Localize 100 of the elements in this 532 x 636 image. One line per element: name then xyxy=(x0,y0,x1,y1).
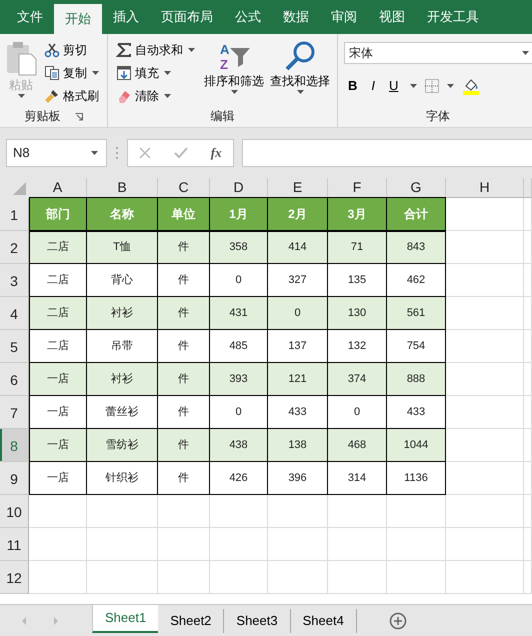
empty-cell[interactable] xyxy=(268,561,328,594)
ribbon-tab[interactable]: 页面布局 xyxy=(150,0,224,34)
name-box[interactable]: N8 xyxy=(6,139,107,167)
empty-cell[interactable] xyxy=(210,495,268,528)
copy-button[interactable]: 复制 xyxy=(42,61,103,84)
table-cell: 件 xyxy=(158,462,210,495)
empty-cell[interactable] xyxy=(446,462,524,495)
empty-cell[interactable] xyxy=(268,528,328,561)
column-header[interactable]: B xyxy=(87,178,158,198)
empty-cell[interactable] xyxy=(328,495,387,528)
empty-cell[interactable] xyxy=(524,330,532,363)
insert-function-button[interactable]: fx xyxy=(210,143,222,163)
empty-cell[interactable] xyxy=(328,561,387,594)
row-header[interactable]: 10 xyxy=(0,495,29,528)
empty-cell[interactable] xyxy=(158,528,210,561)
row-header[interactable]: 9 xyxy=(0,462,29,495)
empty-cell[interactable] xyxy=(328,528,387,561)
row-header[interactable]: 5 xyxy=(0,330,29,363)
empty-cell[interactable] xyxy=(268,495,328,528)
sheet-tab[interactable]: Sheet4 xyxy=(290,609,357,633)
empty-cell[interactable] xyxy=(158,561,210,594)
row-header[interactable]: 7 xyxy=(0,396,29,429)
table-cell: 1136 xyxy=(387,462,446,495)
empty-cell[interactable] xyxy=(210,528,268,561)
empty-cell[interactable] xyxy=(524,363,532,396)
find-button[interactable]: 查找和选择 xyxy=(269,38,331,107)
fill-color-icon xyxy=(462,76,480,94)
table-cell: 件 xyxy=(158,429,210,462)
column-header[interactable] xyxy=(524,178,532,198)
empty-cell[interactable] xyxy=(524,231,532,264)
column-header[interactable]: A xyxy=(29,178,87,198)
underline-button[interactable]: U xyxy=(385,74,402,97)
formula-input-field[interactable] xyxy=(242,139,532,167)
font-name-field[interactable]: 宋体 xyxy=(344,42,532,64)
empty-cell[interactable] xyxy=(524,462,532,495)
empty-cell[interactable] xyxy=(446,561,524,594)
column-header[interactable]: H xyxy=(446,178,524,198)
table-cell: 414 xyxy=(268,231,328,264)
empty-cell[interactable] xyxy=(387,495,446,528)
ribbon-tab[interactable]: 审阅 xyxy=(320,0,368,34)
sum-button[interactable]: 自动求和 xyxy=(114,38,199,61)
ribbon-tab[interactable]: 插入 xyxy=(102,0,150,34)
empty-cell[interactable] xyxy=(446,264,524,297)
scroll-left-icon xyxy=(20,616,28,626)
empty-cell[interactable] xyxy=(158,495,210,528)
add-sheet-icon xyxy=(388,612,407,630)
empty-cell[interactable] xyxy=(446,330,524,363)
fill-button[interactable]: 填充 xyxy=(114,61,199,84)
empty-cell[interactable] xyxy=(87,495,158,528)
column-header[interactable]: F xyxy=(328,178,387,198)
ribbon-tab[interactable]: 文件 xyxy=(6,0,54,34)
italic-button[interactable]: I xyxy=(367,74,380,97)
row-header[interactable]: 4 xyxy=(0,297,29,330)
group-label: 字体 xyxy=(425,108,451,125)
bold-button[interactable]: B xyxy=(344,74,362,97)
sheet-tab[interactable]: Sheet1 xyxy=(92,605,158,633)
empty-cell[interactable] xyxy=(524,528,532,561)
empty-cell[interactable] xyxy=(446,396,524,429)
table-cell: 0 xyxy=(268,297,328,330)
sheet-tab[interactable]: Sheet2 xyxy=(158,609,224,633)
row-header[interactable]: 2 xyxy=(0,231,29,264)
brush-button[interactable]: 格式刷 xyxy=(42,84,103,107)
empty-cell[interactable] xyxy=(87,561,158,594)
column-title: 单位 xyxy=(158,197,210,231)
sheet-tab[interactable]: Sheet3 xyxy=(224,609,291,633)
row-header[interactable]: 1 xyxy=(0,198,29,231)
empty-cell[interactable] xyxy=(524,495,532,528)
row-header[interactable]: 6 xyxy=(0,363,29,396)
cut-button[interactable]: 剪切 xyxy=(42,38,103,61)
column-header[interactable]: G xyxy=(387,178,446,198)
caret-icon xyxy=(522,51,529,55)
row-header[interactable]: 8 xyxy=(0,429,29,462)
empty-cell[interactable] xyxy=(524,396,532,429)
empty-cell[interactable] xyxy=(87,528,158,561)
empty-cell[interactable] xyxy=(524,297,532,330)
table-cell: 121 xyxy=(268,363,328,396)
sort-button[interactable]: A Z 排序和筛选 xyxy=(203,38,265,107)
column-header[interactable]: E xyxy=(268,178,328,198)
empty-cell[interactable] xyxy=(446,528,524,561)
ribbon-tab[interactable]: 视图 xyxy=(368,0,416,34)
empty-cell[interactable] xyxy=(387,528,446,561)
empty-cell[interactable] xyxy=(524,561,532,594)
table-cell: 件 xyxy=(158,297,210,330)
ribbon-tab[interactable]: 公式 xyxy=(224,0,272,34)
row-header[interactable]: 11 xyxy=(0,528,29,561)
eraser-button[interactable]: 清除 xyxy=(114,84,199,107)
empty-cell[interactable] xyxy=(524,429,532,462)
row-header[interactable]: 12 xyxy=(0,561,29,594)
column-header[interactable]: C xyxy=(158,178,210,198)
empty-cell[interactable] xyxy=(524,264,532,297)
borders-icon xyxy=(425,78,440,92)
row-header[interactable]: 3 xyxy=(0,264,29,297)
ribbon-tab[interactable]: 数据 xyxy=(272,0,320,34)
empty-cell[interactable] xyxy=(210,561,268,594)
table-cell: T恤 xyxy=(87,231,158,264)
empty-cell[interactable] xyxy=(446,495,524,528)
ribbon-tab[interactable]: 开发工具 xyxy=(416,0,490,34)
ribbon-tab[interactable]: 开始 xyxy=(54,4,102,34)
empty-cell[interactable] xyxy=(387,561,446,594)
column-header[interactable]: D xyxy=(210,178,268,198)
